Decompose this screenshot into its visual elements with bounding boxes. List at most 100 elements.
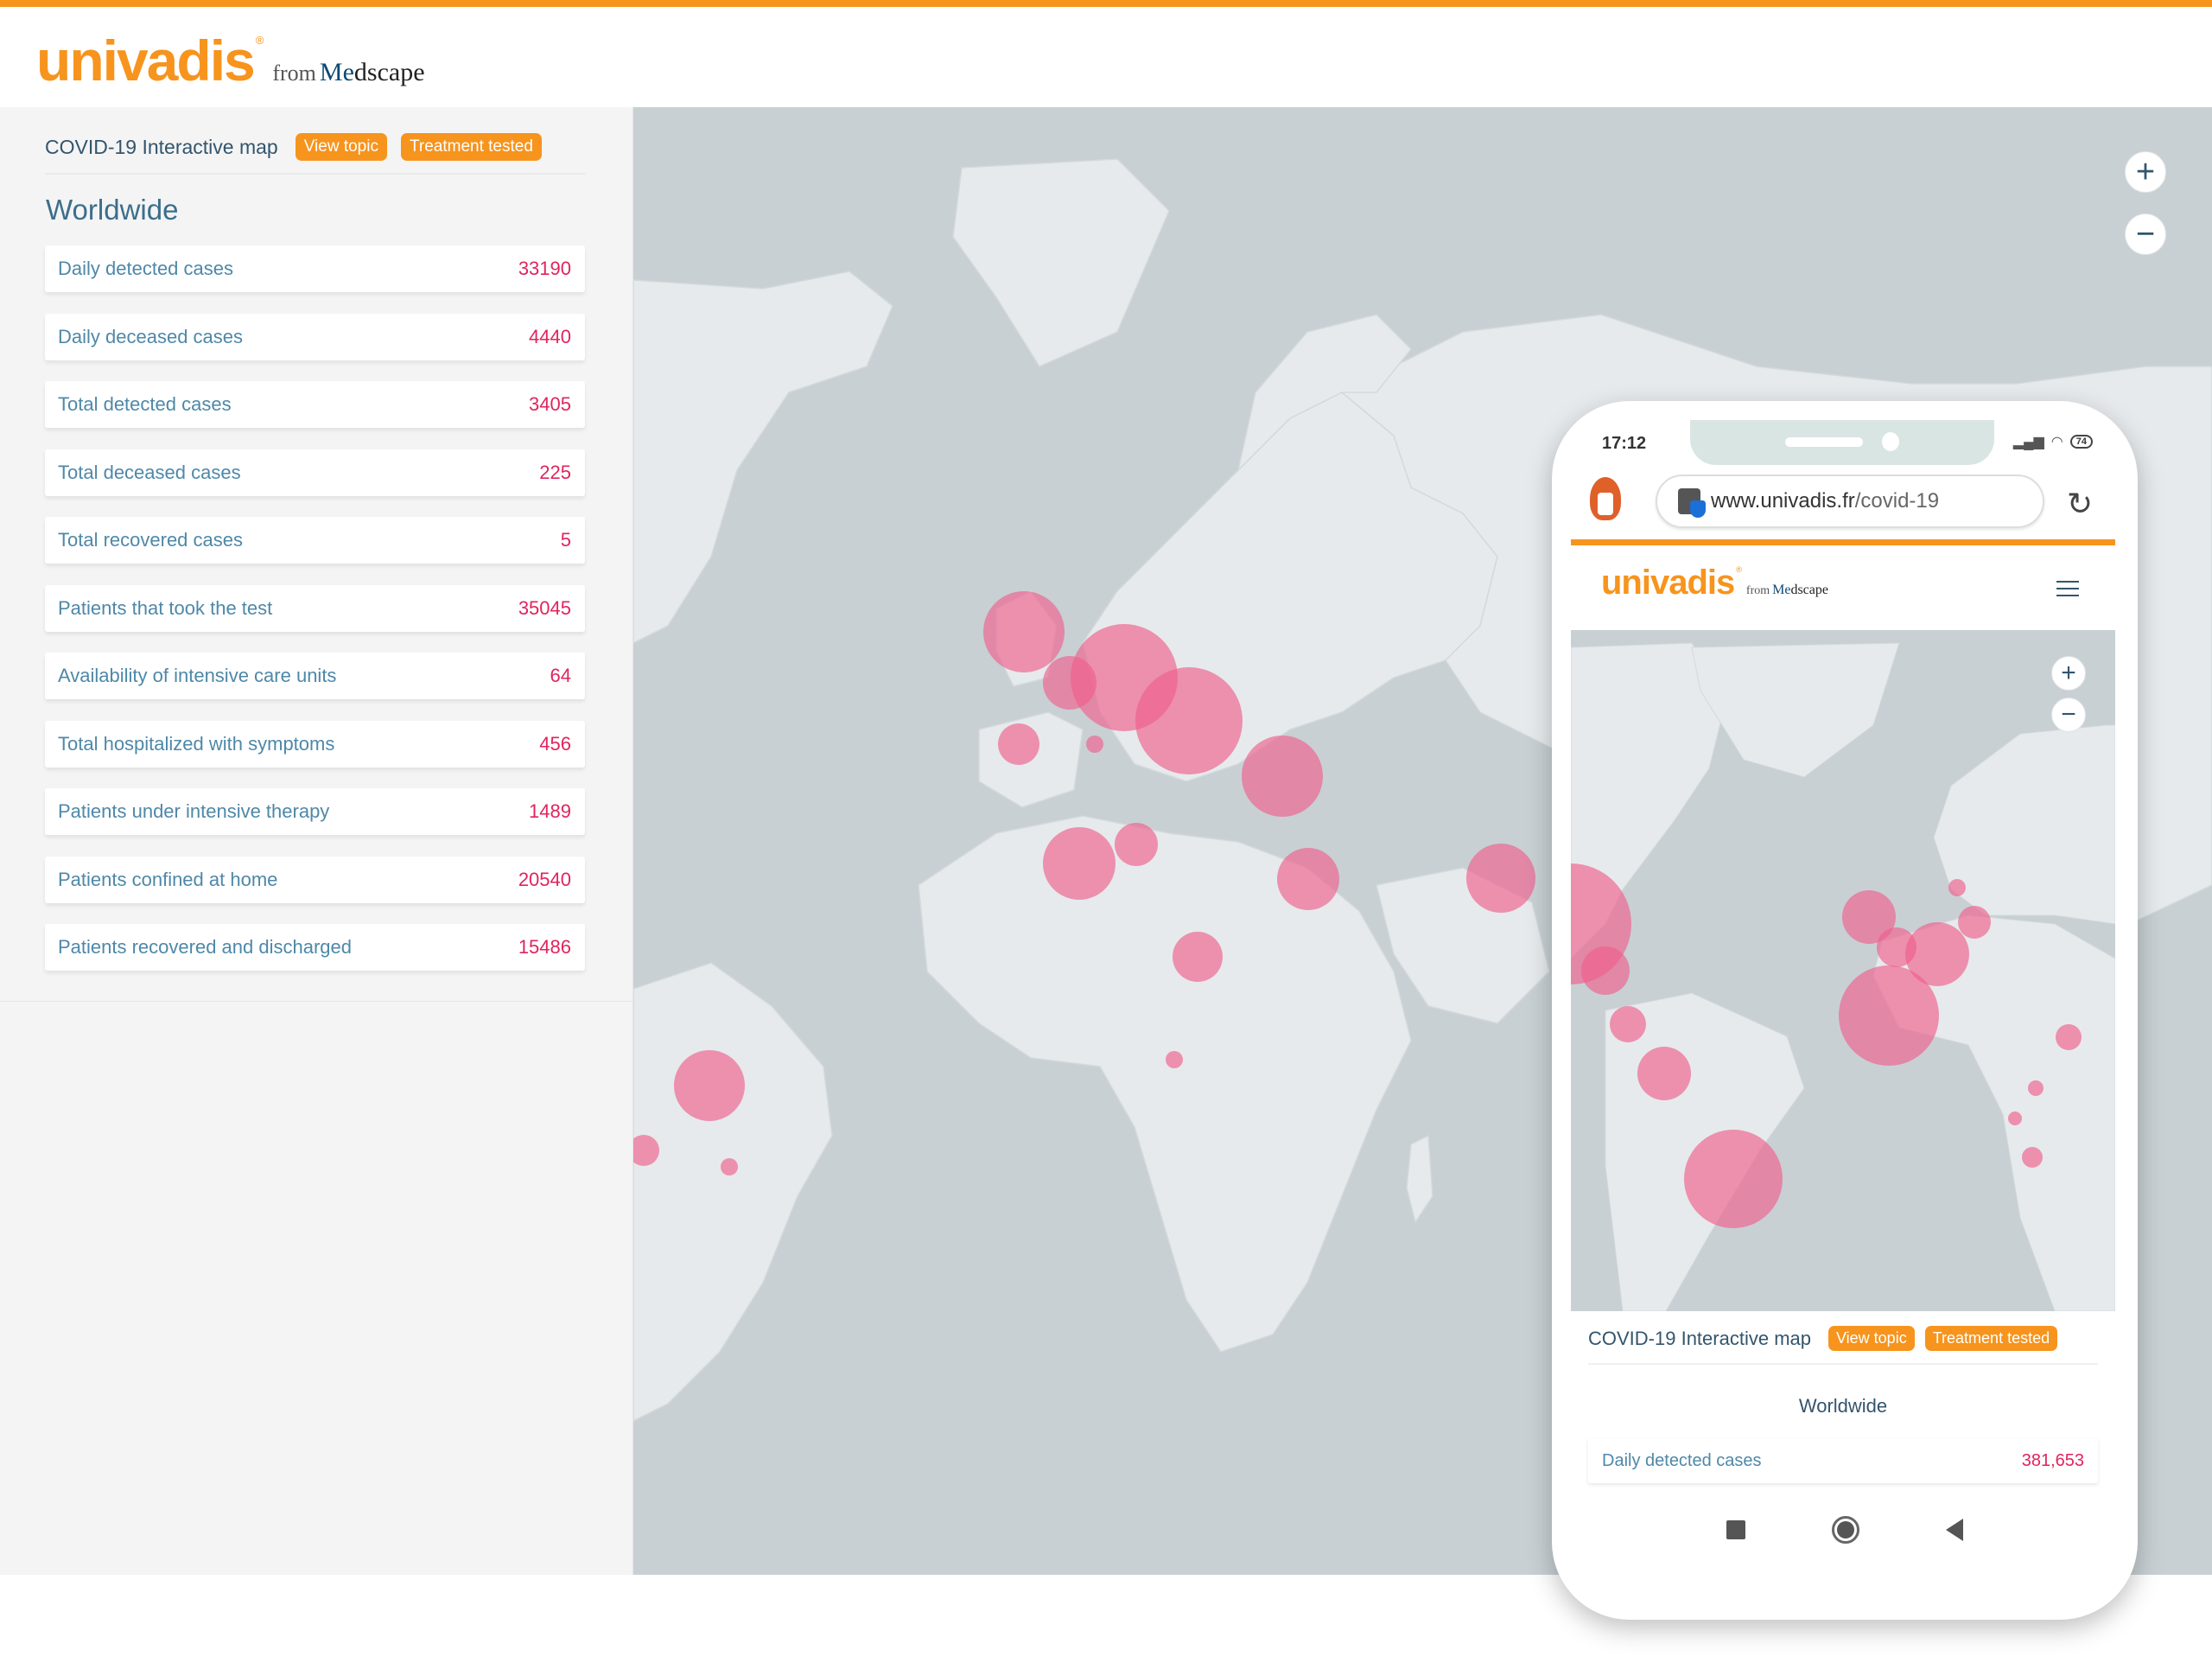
- browser-app-icon[interactable]: [1590, 477, 1621, 520]
- case-bubble[interactable]: [1135, 667, 1243, 774]
- case-bubble[interactable]: [2022, 1147, 2043, 1168]
- stat-label: Patients that took the test: [58, 596, 273, 619]
- stat-value: 1489: [529, 800, 571, 822]
- panel-title-row: COVID-19 Interactive map View topic Trea…: [45, 130, 585, 175]
- status-time: 17:12: [1602, 434, 1647, 453]
- case-bubble[interactable]: [1115, 823, 1158, 866]
- stats-panel: COVID-19 Interactive map View topic Trea…: [0, 107, 633, 1575]
- land-greenland: [952, 158, 1170, 367]
- case-bubble[interactable]: [1043, 827, 1116, 900]
- hamburger-menu-icon[interactable]: [2056, 581, 2079, 602]
- logo-wordmark: univadis: [1601, 564, 1735, 602]
- reload-icon[interactable]: ↻: [2067, 486, 2093, 522]
- phone-accent-bar: [1571, 539, 2115, 545]
- stat-value: 4440: [529, 325, 571, 347]
- phone-mockup: 17:12 ▂▄▆ ◠ 74 www.univadis.fr/covid-19 …: [1552, 401, 2138, 1620]
- signal-icon: ▂▄▆: [2012, 435, 2044, 449]
- stat-label: Total hospitalized with symptoms: [58, 732, 335, 755]
- view-topic-button[interactable]: View topic: [295, 133, 387, 161]
- case-bubble[interactable]: [2028, 1080, 2044, 1096]
- medscape-wordmark: Medscape: [1772, 583, 1828, 597]
- case-bubble[interactable]: [1173, 932, 1223, 982]
- stat-row: Total hospitalized with symptoms 456: [45, 720, 585, 768]
- top-accent-bar: [0, 0, 2212, 7]
- logo-from: from: [272, 61, 316, 86]
- stat-value: 20540: [518, 868, 571, 890]
- phone-univadis-logo[interactable]: univadis ® from Medscape: [1601, 564, 1828, 602]
- stat-value: 3405: [529, 393, 571, 415]
- land-greenland: [1691, 642, 1900, 778]
- stat-label: Total detected cases: [58, 393, 232, 415]
- home-icon[interactable]: [1832, 1516, 1859, 1544]
- stat-value: 456: [539, 732, 571, 755]
- treatment-tested-button[interactable]: Treatment tested: [400, 133, 542, 161]
- map-zoom-in-button[interactable]: +: [2125, 151, 2166, 193]
- stat-value: 64: [550, 665, 571, 686]
- stat-row: Patients recovered and discharged 15486: [45, 924, 585, 971]
- case-bubble[interactable]: [674, 1050, 745, 1121]
- stat-row: Daily deceased cases 4440: [45, 313, 585, 360]
- stat-row: Total deceased cases 225: [45, 449, 585, 496]
- stat-row: Availability of intensive care units 64: [45, 653, 585, 699]
- logo-from: from: [1745, 584, 1770, 597]
- url-text: www.univadis.fr/covid-19: [1711, 489, 1940, 513]
- stat-label: Daily detected cases: [1602, 1450, 1762, 1470]
- case-bubble[interactable]: [1466, 844, 1535, 913]
- land-africa: [918, 815, 1412, 1353]
- phone-map-canvas[interactable]: [1571, 630, 2115, 1311]
- phone-section-heading: Worldwide: [1798, 1395, 1888, 1417]
- univadis-logo[interactable]: univadis ® from Medscape: [36, 28, 425, 93]
- case-bubble[interactable]: [1958, 906, 1991, 939]
- stat-row: Total recovered cases 5: [45, 517, 585, 564]
- phone-map[interactable]: + −: [1571, 630, 2115, 1311]
- case-bubble[interactable]: [1166, 1051, 1183, 1068]
- stat-label: Total recovered cases: [58, 529, 243, 551]
- case-bubble[interactable]: [1684, 1130, 1783, 1228]
- status-icons: ▂▄▆ ◠ 74: [2013, 433, 2093, 450]
- case-bubble[interactable]: [1948, 879, 1966, 896]
- stat-label: Patients recovered and discharged: [58, 936, 352, 958]
- logo-registered-mark: ®: [1736, 565, 1742, 574]
- site-header: univadis ® from Medscape: [0, 7, 2212, 107]
- stat-value: 5: [560, 529, 571, 551]
- stat-label: Daily detected cases: [58, 258, 233, 279]
- stat-row: Patients that took the test 35045: [45, 584, 585, 632]
- url-bar[interactable]: www.univadis.fr/covid-19: [1656, 475, 2044, 528]
- phone-view-topic-button[interactable]: View topic: [1827, 1326, 1915, 1351]
- stat-label: Availability of intensive care units: [58, 665, 337, 686]
- panel-divider: [0, 1001, 633, 1002]
- case-bubble[interactable]: [2008, 1112, 2022, 1125]
- wifi-icon: ◠: [2050, 435, 2063, 449]
- case-bubble[interactable]: [983, 591, 1065, 672]
- logo-wordmark: univadis: [36, 29, 256, 92]
- case-bubble[interactable]: [1581, 946, 1630, 995]
- phone-speaker: [1785, 437, 1863, 447]
- back-icon[interactable]: [1946, 1519, 1963, 1541]
- lock-icon: [1678, 488, 1706, 518]
- phone-zoom-in-button[interactable]: +: [2051, 656, 2086, 691]
- phone-camera: [1882, 432, 1899, 451]
- case-bubble[interactable]: [1086, 736, 1103, 753]
- phone-stat-row: Daily detected cases 381,653: [1588, 1438, 2098, 1483]
- recent-apps-icon[interactable]: [1726, 1520, 1745, 1539]
- case-bubble[interactable]: [1610, 1006, 1646, 1042]
- map-zoom-out-button[interactable]: −: [2125, 213, 2166, 255]
- section-heading-worldwide: Worldwide: [46, 194, 179, 226]
- logo-registered-mark: ®: [255, 34, 264, 47]
- stats-list: Daily detected cases 33190 Daily deceased…: [45, 245, 585, 992]
- case-bubble[interactable]: [1637, 1047, 1691, 1100]
- stat-row: Total detected cases 3405: [45, 381, 585, 428]
- stat-row: Patients under intensive therapy 1489: [45, 788, 585, 835]
- stat-value: 35045: [518, 596, 571, 619]
- case-bubble[interactable]: [998, 723, 1039, 765]
- case-bubble[interactable]: [1839, 965, 1939, 1066]
- battery-icon: 74: [2069, 435, 2093, 449]
- case-bubble[interactable]: [721, 1158, 738, 1175]
- case-bubble[interactable]: [1242, 736, 1323, 817]
- phone-treatment-tested-button[interactable]: Treatment tested: [1924, 1326, 2058, 1351]
- stat-row: Patients confined at home 20540: [45, 856, 585, 903]
- phone-zoom-out-button[interactable]: −: [2051, 698, 2086, 732]
- land-madagascar: [1406, 1134, 1433, 1224]
- case-bubble[interactable]: [2056, 1024, 2082, 1050]
- case-bubble[interactable]: [1277, 848, 1339, 910]
